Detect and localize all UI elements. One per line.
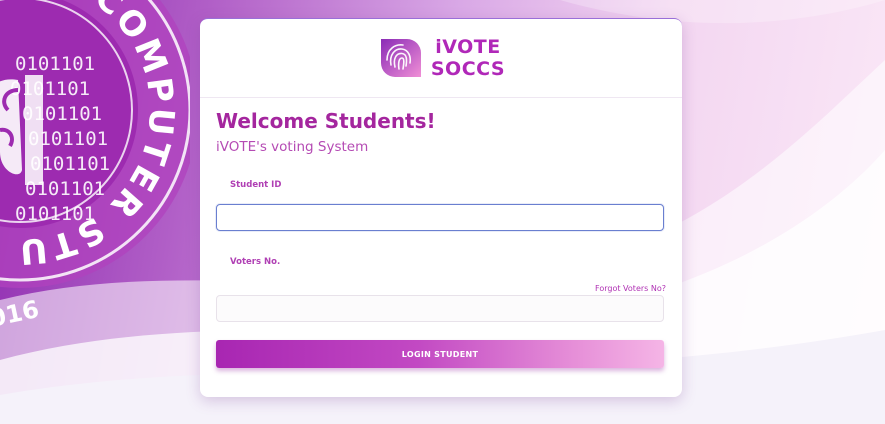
student-id-input[interactable] xyxy=(216,204,664,231)
seal-binary-1: 0101101 xyxy=(15,53,95,75)
app-logo: iVOTE SOCCS xyxy=(377,35,505,81)
forgot-voters-no-link[interactable]: Forgot Voters No? xyxy=(595,284,666,293)
seal-binary-2: 0101101 xyxy=(10,78,90,100)
login-button[interactable]: LOGIN STUDENT xyxy=(216,340,664,368)
app-name-line1: iVOTE xyxy=(435,36,501,58)
voters-no-input[interactable] xyxy=(216,295,664,322)
seal-year: 016 xyxy=(0,295,42,333)
seal-binary-7: 0101101 xyxy=(15,203,95,225)
app-name: iVOTE SOCCS xyxy=(431,36,505,80)
login-page: COLLEGE OF COMPUTER STUDIES 0101101 0101… xyxy=(0,0,885,424)
welcome-subheading: iVOTE's voting System xyxy=(216,139,369,155)
app-name-line2: SOCCS xyxy=(430,58,506,80)
card-header: iVOTE SOCCS xyxy=(200,19,682,98)
welcome-heading: Welcome Students! xyxy=(216,109,436,133)
voters-no-label: Voters No. xyxy=(230,257,281,267)
fingerprint-icon xyxy=(380,39,421,77)
student-id-label: Student ID xyxy=(230,180,282,190)
login-card: iVOTE SOCCS Welcome Students! iVOTE's vo… xyxy=(200,18,682,397)
college-seal-logo: COLLEGE OF COMPUTER STUDIES 0101101 0101… xyxy=(0,0,190,333)
